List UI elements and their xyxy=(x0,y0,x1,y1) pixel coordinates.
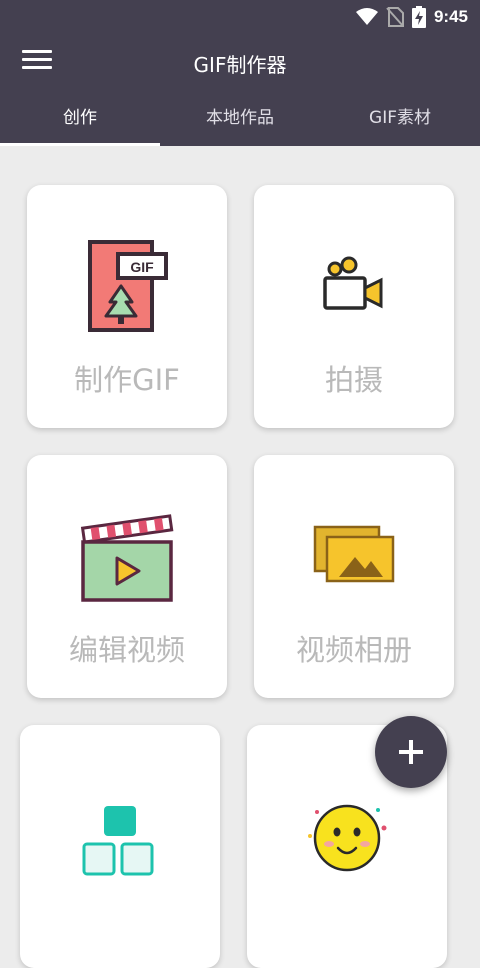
tab-create[interactable]: 创作 xyxy=(0,92,160,146)
tab-local-works-label: 本地作品 xyxy=(206,108,274,128)
video-album-label: 视频相册 xyxy=(295,633,412,667)
make-gif-card[interactable]: GIF 制作GIF xyxy=(27,185,227,428)
smiley-face-icon xyxy=(247,781,447,891)
make-gif-label: 制作GIF xyxy=(74,363,180,397)
gif-document-icon: GIF xyxy=(27,231,227,341)
gif-badge-text: GIF xyxy=(130,259,154,275)
clapperboard-icon xyxy=(27,501,227,611)
edit-video-card[interactable]: 编辑视频 xyxy=(27,455,227,698)
video-album-card[interactable]: 视频相册 xyxy=(254,455,454,698)
tab-gif-materials-label: GIF素材 xyxy=(369,108,431,128)
shoot-card[interactable]: 拍摄 xyxy=(254,185,454,428)
plus-icon xyxy=(399,740,423,764)
add-fab-button[interactable] xyxy=(375,716,447,788)
app-bar: GIF制作器 xyxy=(0,34,480,92)
status-time: 9:45 xyxy=(433,7,468,26)
photo-album-icon xyxy=(254,501,454,611)
status-bar: 9:45 xyxy=(0,0,480,34)
tab-bar: 创作 本地作品 GIF素材 xyxy=(0,92,480,146)
tab-local-works[interactable]: 本地作品 xyxy=(160,92,320,146)
grid-card[interactable] xyxy=(20,725,220,968)
shoot-label: 拍摄 xyxy=(324,363,383,397)
no-sim-icon xyxy=(386,7,404,27)
video-camera-icon xyxy=(254,231,454,341)
tab-indicator xyxy=(0,143,160,146)
app-title: GIF制作器 xyxy=(193,53,287,77)
edit-video-label: 编辑视频 xyxy=(68,633,185,667)
tab-create-label: 创作 xyxy=(63,108,97,128)
battery-charging-icon xyxy=(411,6,426,28)
grid-blocks-icon xyxy=(20,785,220,895)
status-icons: 9:45 xyxy=(355,6,468,28)
wifi-icon xyxy=(355,8,378,25)
tab-gif-materials[interactable]: GIF素材 xyxy=(320,92,480,146)
